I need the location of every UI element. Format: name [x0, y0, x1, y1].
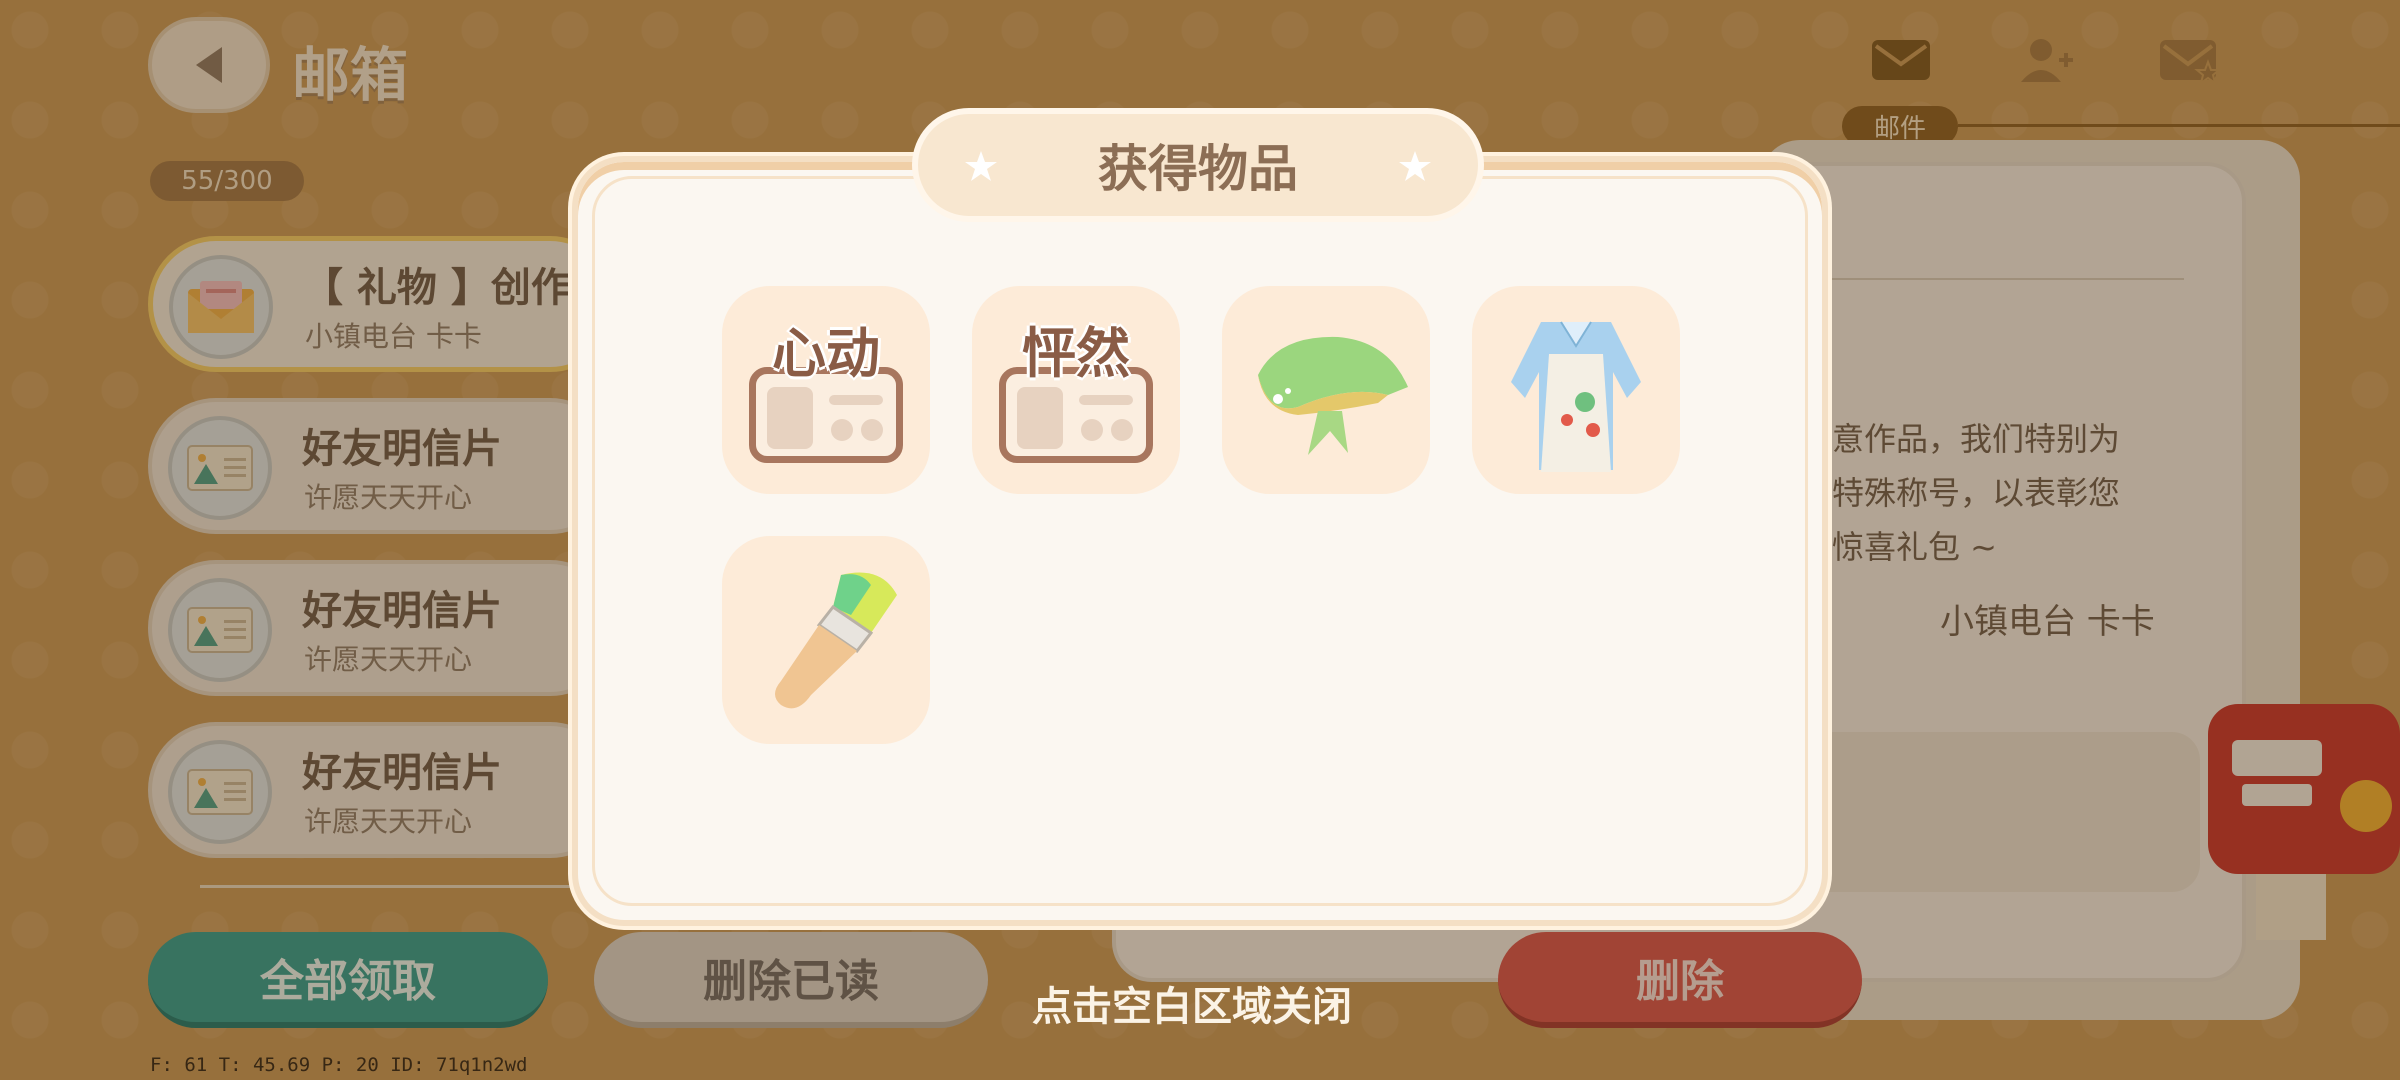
popup-title: 获得物品: [1098, 140, 1298, 198]
reward-item-apron[interactable]: [1472, 286, 1680, 494]
reward-item-brush[interactable]: [722, 536, 930, 744]
reward-item-bandana[interactable]: [1222, 286, 1430, 494]
close-hint: 点击空白区域关闭: [1032, 984, 1352, 1030]
paint-brush-icon: [775, 572, 897, 709]
title-card-name: 心动: [772, 322, 880, 385]
painter-apron-icon: [1511, 321, 1641, 472]
reward-item-title-card[interactable]: 怦然: [972, 286, 1180, 494]
star-icon: [965, 151, 997, 181]
popup-header: 获得物品: [912, 108, 1484, 222]
reward-item-title-card[interactable]: 心动: [722, 286, 930, 494]
title-card-icon: 怦然: [991, 305, 1161, 475]
star-icon: [1399, 151, 1431, 181]
title-card-name: 怦然: [1022, 322, 1130, 385]
green-bandana-icon: [1258, 336, 1408, 455]
title-card-icon: 心动: [741, 305, 911, 475]
